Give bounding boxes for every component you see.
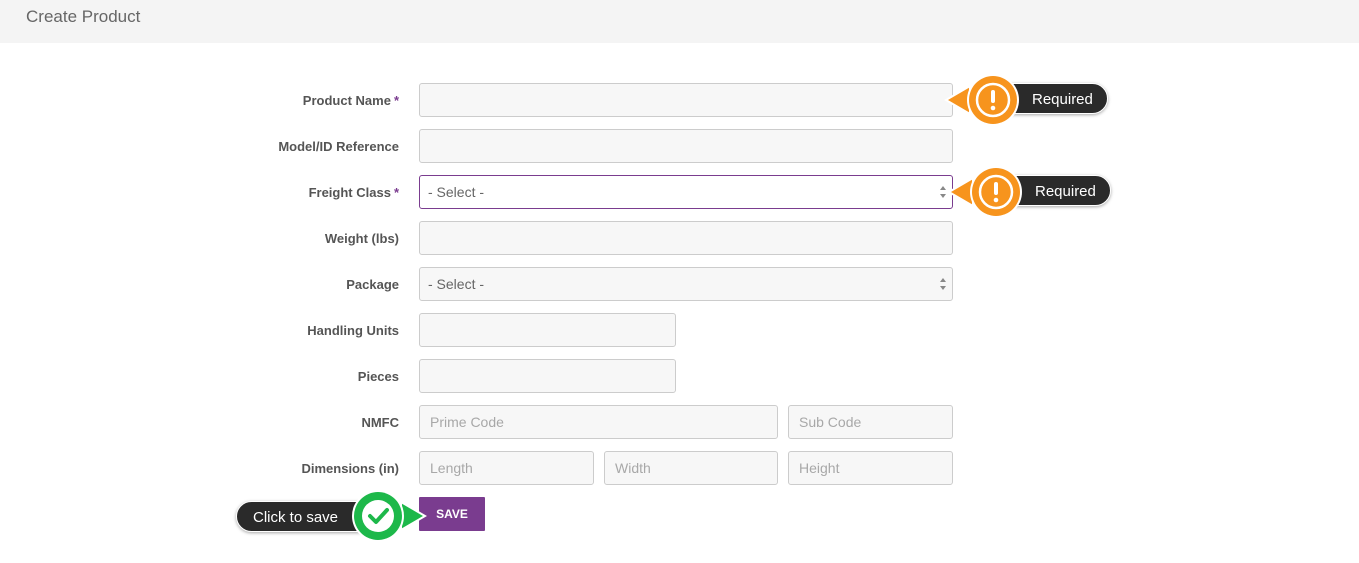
nmfc-label: NMFC (361, 415, 399, 430)
save-button[interactable]: SAVE (419, 497, 485, 531)
dimension-length-input[interactable] (419, 451, 594, 485)
pieces-input[interactable] (419, 359, 676, 393)
dimension-width-input[interactable] (604, 451, 778, 485)
handling-units-input[interactable] (419, 313, 676, 347)
freight-class-label: Freight Class * (309, 185, 399, 200)
warning-badge-icon (944, 74, 1019, 126)
product-name-input[interactable] (419, 83, 953, 117)
select-arrows-icon (940, 186, 946, 198)
required-asterisk: * (393, 185, 399, 200)
freight-class-select[interactable]: - Select - (419, 175, 953, 209)
nmfc-sub-code-input[interactable] (788, 405, 953, 439)
page-title: Create Product (26, 7, 141, 26)
dimension-height-input[interactable] (788, 451, 953, 485)
package-label: Package (346, 277, 399, 292)
freight-class-label-text: Freight Class (308, 185, 391, 200)
nmfc-prime-code-input[interactable] (419, 405, 778, 439)
page-header: Create Product (0, 0, 1359, 43)
required-asterisk: * (393, 93, 399, 108)
product-name-label: Product Name * (303, 93, 399, 108)
select-arrows-icon (940, 278, 946, 290)
dimensions-label: Dimensions (in) (301, 461, 399, 476)
package-selected: - Select - (428, 276, 485, 292)
freight-class-selected: - Select - (428, 184, 485, 200)
weight-input[interactable] (419, 221, 953, 255)
model-ref-label: Model/ID Reference (278, 139, 399, 154)
weight-label: Weight (lbs) (324, 231, 399, 246)
pieces-label: Pieces (357, 369, 399, 384)
warning-badge-icon (947, 166, 1022, 218)
product-name-label-text: Product Name (302, 93, 391, 108)
checkmark-badge-icon (352, 490, 427, 542)
model-ref-input[interactable] (419, 129, 953, 163)
handling-units-label: Handling Units (307, 323, 399, 338)
package-select[interactable]: - Select - (419, 267, 953, 301)
